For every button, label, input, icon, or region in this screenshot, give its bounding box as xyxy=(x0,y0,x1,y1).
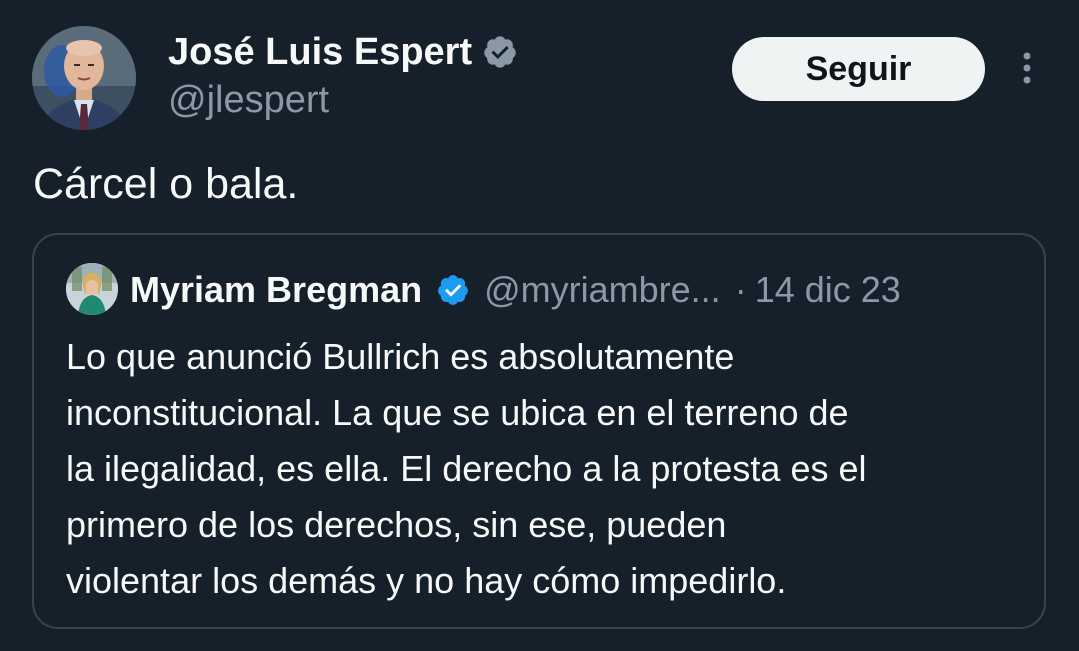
quoted-text-line: primero de los derechos, sin ese, pueden xyxy=(66,504,727,545)
author-name[interactable]: José Luis Espert xyxy=(168,31,472,74)
quoted-tweet-text: Lo que anunció Bullrich es absolutamente… xyxy=(66,329,1026,609)
more-vertical-icon xyxy=(1023,52,1031,84)
quoted-text-line: Lo que anunció Bullrich es absolutamente xyxy=(66,336,735,377)
quoted-author-name[interactable]: Myriam Bregman xyxy=(130,269,422,311)
author-handle[interactable]: @jlespert xyxy=(168,79,329,122)
quoted-avatar-image xyxy=(66,263,118,315)
author-avatar-image xyxy=(32,26,136,130)
quoted-text-line: la ilegalidad, es ella. El derecho a la … xyxy=(66,448,867,489)
author-name-row: José Luis Espert xyxy=(168,28,518,76)
tweet-text: Cárcel o bala. xyxy=(33,160,299,208)
verified-badge-icon xyxy=(438,275,468,305)
quoted-author-avatar[interactable] xyxy=(66,263,118,315)
follow-button[interactable]: Seguir xyxy=(732,37,985,101)
more-options-button[interactable] xyxy=(1010,44,1044,92)
dot-separator: · xyxy=(734,269,747,310)
quoted-tweet-card[interactable]: Myriam Bregman @myriambre... · 14 dic 23… xyxy=(32,233,1046,629)
verified-badge-icon xyxy=(484,36,516,68)
quoted-date[interactable]: 14 dic 23 xyxy=(755,269,901,311)
author-avatar[interactable] xyxy=(32,26,136,130)
quoted-text-line: inconstitucional. La que se ubica en el … xyxy=(66,392,849,433)
quoted-header: Myriam Bregman @myriambre... · 14 dic 23 xyxy=(130,265,901,315)
quoted-text-line: violentar los demás y no hay cómo impedi… xyxy=(66,560,787,601)
quoted-author-handle[interactable]: @myriambre... xyxy=(484,269,721,311)
